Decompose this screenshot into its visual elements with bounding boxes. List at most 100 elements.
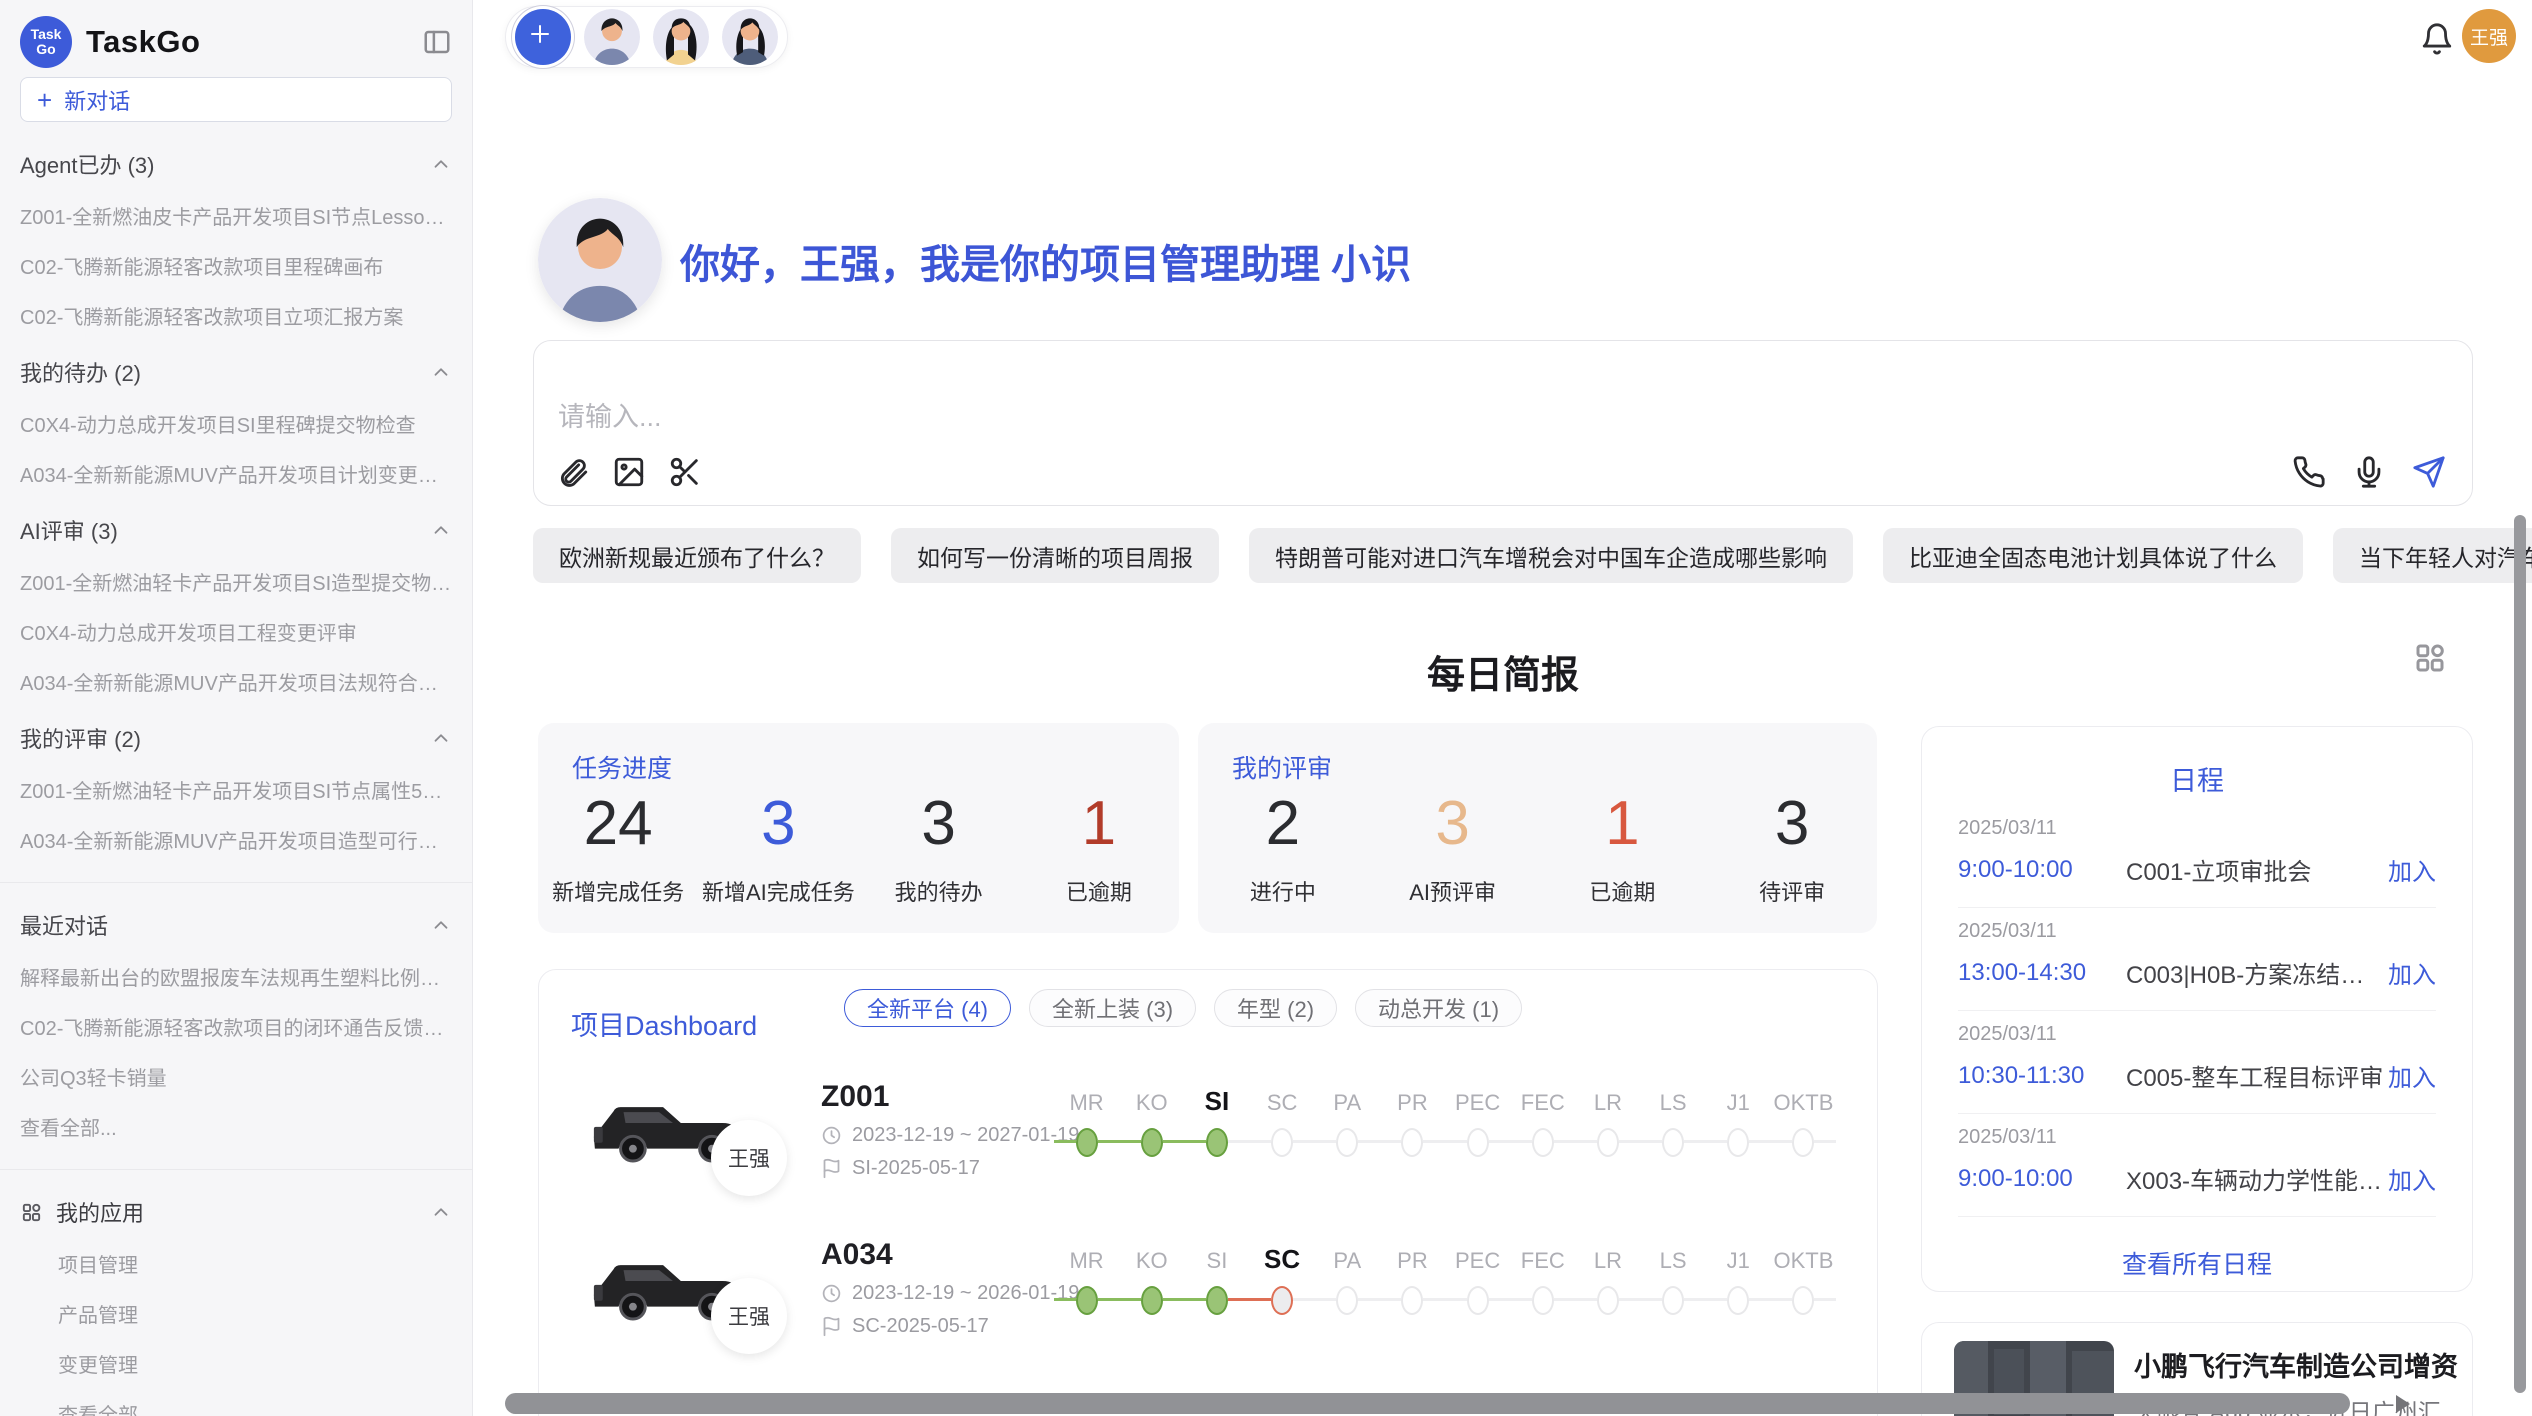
chevron-up-icon	[430, 519, 452, 541]
notifications-bell-icon[interactable]	[2420, 22, 2454, 56]
project-row[interactable]: 王强Z0012023-12-19 ~ 2027-01-19SI-2025-05-…	[539, 1062, 1878, 1220]
microphone-icon[interactable]	[2352, 455, 2386, 489]
stat-label: 已逾期	[1589, 875, 1655, 907]
agent-avatar-1[interactable]	[584, 9, 640, 65]
project-owner-badge: 王强	[711, 1120, 787, 1196]
milestone-connector	[1119, 1140, 1141, 1143]
send-icon[interactable]	[2412, 455, 2446, 489]
recent-chat-item[interactable]: C02-飞腾新能源轻客改款项目的闭环通告反馈情况	[20, 1012, 452, 1041]
sidebar-task-item[interactable]: Z001-全新燃油轻卡产品开发项目SI节点属性5D文件评审	[20, 775, 452, 804]
new-chat-label: 新对话	[64, 84, 130, 116]
milestone-connector	[1358, 1140, 1380, 1143]
recent-chat-item[interactable]: 公司Q3轻卡销量	[20, 1062, 452, 1091]
milestone-dot	[1467, 1286, 1489, 1315]
sidebar-task-item[interactable]: C02-飞腾新能源轻客改款项目里程碑画布	[20, 251, 452, 280]
view-all-schedule-link[interactable]: 查看所有日程	[1922, 1245, 2472, 1281]
my-apps-header[interactable]: 我的应用	[20, 1196, 452, 1228]
suggestion-chip[interactable]: 比亚迪全固态电池计划具体说了什么	[1883, 528, 2303, 583]
phone-call-icon[interactable]	[2292, 455, 2326, 489]
filter-pill[interactable]: 全新平台 (4)	[844, 989, 1011, 1027]
milestone-dot	[1597, 1128, 1619, 1157]
horizontal-scrollbar[interactable]	[505, 1393, 2350, 1414]
new-chat-button[interactable]: + 新对话	[20, 77, 452, 122]
milestone-connector	[1706, 1140, 1728, 1143]
filter-pill[interactable]: 全新上装 (3)	[1029, 989, 1196, 1027]
milestone-label: SC	[1250, 1244, 1315, 1275]
milestone-dot	[1662, 1286, 1684, 1315]
milestone-label: OKTB	[1771, 1248, 1836, 1274]
app-menu-item[interactable]: 项目管理	[20, 1249, 452, 1278]
scroll-right-arrow[interactable]	[2396, 1395, 2410, 1413]
suggestion-chip[interactable]: 特朗普可能对进口汽车增税会对中国车企造成哪些影响	[1249, 528, 1853, 583]
attachment-icon[interactable]	[556, 455, 590, 489]
recent-chats-label: 最近对话	[20, 909, 108, 941]
sidebar-task-item[interactable]: A034-全新新能源MUV产品开发项目造型可行性评审	[20, 825, 452, 854]
suggestion-chip[interactable]: 当下年轻人对汽车外观有怎样的喜好趋势	[2333, 528, 2532, 583]
milestone-KO: KO	[1119, 1220, 1184, 1378]
sidebar-section-label: AI评审 (3)	[20, 514, 118, 546]
app-title: TaskGo	[86, 24, 200, 60]
image-upload-icon[interactable]	[612, 455, 646, 489]
milestone-LS: LS	[1641, 1062, 1706, 1220]
join-link[interactable]: 加入	[2388, 955, 2436, 990]
milestone-label: LS	[1641, 1090, 1706, 1116]
stat-value: 3	[761, 781, 795, 867]
milestone-dot	[1076, 1128, 1098, 1157]
join-link[interactable]: 加入	[2388, 1161, 2436, 1196]
suggestion-chip[interactable]: 欧洲新规最近颁布了什么？	[533, 528, 861, 583]
milestone-LS: LS	[1641, 1220, 1706, 1378]
date-range-text: 2023-12-19 ~ 2027-01-19	[852, 1124, 1079, 1147]
briefing-layout-icon[interactable]	[2412, 640, 2448, 676]
sidebar-section-header[interactable]: AI评审 (3)	[20, 514, 452, 546]
milestone-PA: PA	[1315, 1062, 1380, 1220]
project-row[interactable]: 王强A0342023-12-19 ~ 2026-01-19SC-2025-05-…	[539, 1220, 1878, 1378]
join-link[interactable]: 加入	[2388, 852, 2436, 887]
new-session-button[interactable]	[515, 9, 571, 65]
milestone-MR: MR	[1054, 1062, 1119, 1220]
chevron-up-icon[interactable]	[430, 914, 452, 936]
app-menu-item[interactable]: 变更管理	[20, 1349, 452, 1378]
sidebar-task-item[interactable]: Z001-全新燃油轻卡产品开发项目SI造型提交物评审	[20, 567, 452, 596]
milestone-connector	[1706, 1298, 1728, 1301]
recent-view-all-link[interactable]: 查看全部...	[20, 1112, 452, 1141]
sidebar-task-item[interactable]: C02-飞腾新能源轻客改款项目立项汇报方案	[20, 301, 452, 330]
filter-pill[interactable]: 年型 (2)	[1214, 989, 1337, 1027]
recent-chat-item[interactable]: 解释最新出台的欧盟报废车法规再生塑料比例被调至15%...	[20, 962, 452, 991]
user-avatar[interactable]: 王强	[2462, 9, 2516, 63]
divider	[1958, 1216, 2436, 1217]
chevron-up-icon[interactable]	[430, 1201, 452, 1223]
recent-chats-header[interactable]: 最近对话	[20, 909, 452, 941]
milestone-SI: SI	[1184, 1220, 1249, 1378]
stat-label: 我的待办	[895, 875, 983, 907]
app-menu-item[interactable]: 产品管理	[20, 1299, 452, 1328]
milestone-connector	[1510, 1298, 1532, 1301]
sidebar-task-item[interactable]: A034-全新新能源MUV产品开发项目计划变更表编写	[20, 459, 452, 488]
sidebar-task-item[interactable]: A034-全新新能源MUV产品开发项目法规符合性评审	[20, 667, 452, 696]
message-input[interactable]: 请输入...	[533, 340, 2473, 506]
sidebar-task-item[interactable]: C0X4-动力总成开发项目工程变更评审	[20, 617, 452, 646]
milestone-connector	[1489, 1298, 1511, 1301]
milestone-J1: J1	[1706, 1062, 1771, 1220]
suggestion-chip[interactable]: 如何写一份清晰的项目周报	[891, 528, 1219, 583]
join-link[interactable]: 加入	[2388, 1058, 2436, 1093]
milestone-track: MRKOSISCPAPRPECFECLRLSJ1OKTB	[1054, 1062, 1836, 1220]
sidebar-task-item[interactable]: C0X4-动力总成开发项目SI里程碑提交物检查	[20, 409, 452, 438]
filter-pill[interactable]: 动总开发 (1)	[1355, 989, 1522, 1027]
app-menu-item[interactable]: 查看全部...	[20, 1399, 452, 1416]
milestone-connector	[1119, 1298, 1141, 1301]
milestone-connector	[1619, 1298, 1641, 1301]
vertical-scrollbar[interactable]	[2514, 515, 2526, 1393]
screenshot-scissors-icon[interactable]	[668, 455, 702, 489]
project-dashboard-card: 项目Dashboard 全新平台 (4)全新上装 (3)年型 (2)动总开发 (…	[538, 969, 1878, 1416]
schedule-title: 日程	[1922, 759, 2472, 798]
sidebar-section-header[interactable]: Agent已办 (3)	[20, 148, 452, 180]
milestone-label: FEC	[1510, 1248, 1575, 1274]
sidebar-section-header[interactable]: 我的待办 (2)	[20, 356, 452, 388]
project-flag-milestone: SI-2025-05-17	[821, 1157, 980, 1180]
stat-label: 待评审	[1759, 875, 1825, 907]
collapse-sidebar-icon[interactable]	[422, 27, 452, 57]
sidebar-task-item[interactable]: Z001-全新燃油皮卡产品开发项目SI节点Lesson Learn报告	[20, 201, 452, 230]
agent-avatar-2[interactable]	[653, 9, 709, 65]
agent-avatar-3[interactable]	[722, 9, 778, 65]
sidebar-section-header[interactable]: 我的评审 (2)	[20, 722, 452, 754]
